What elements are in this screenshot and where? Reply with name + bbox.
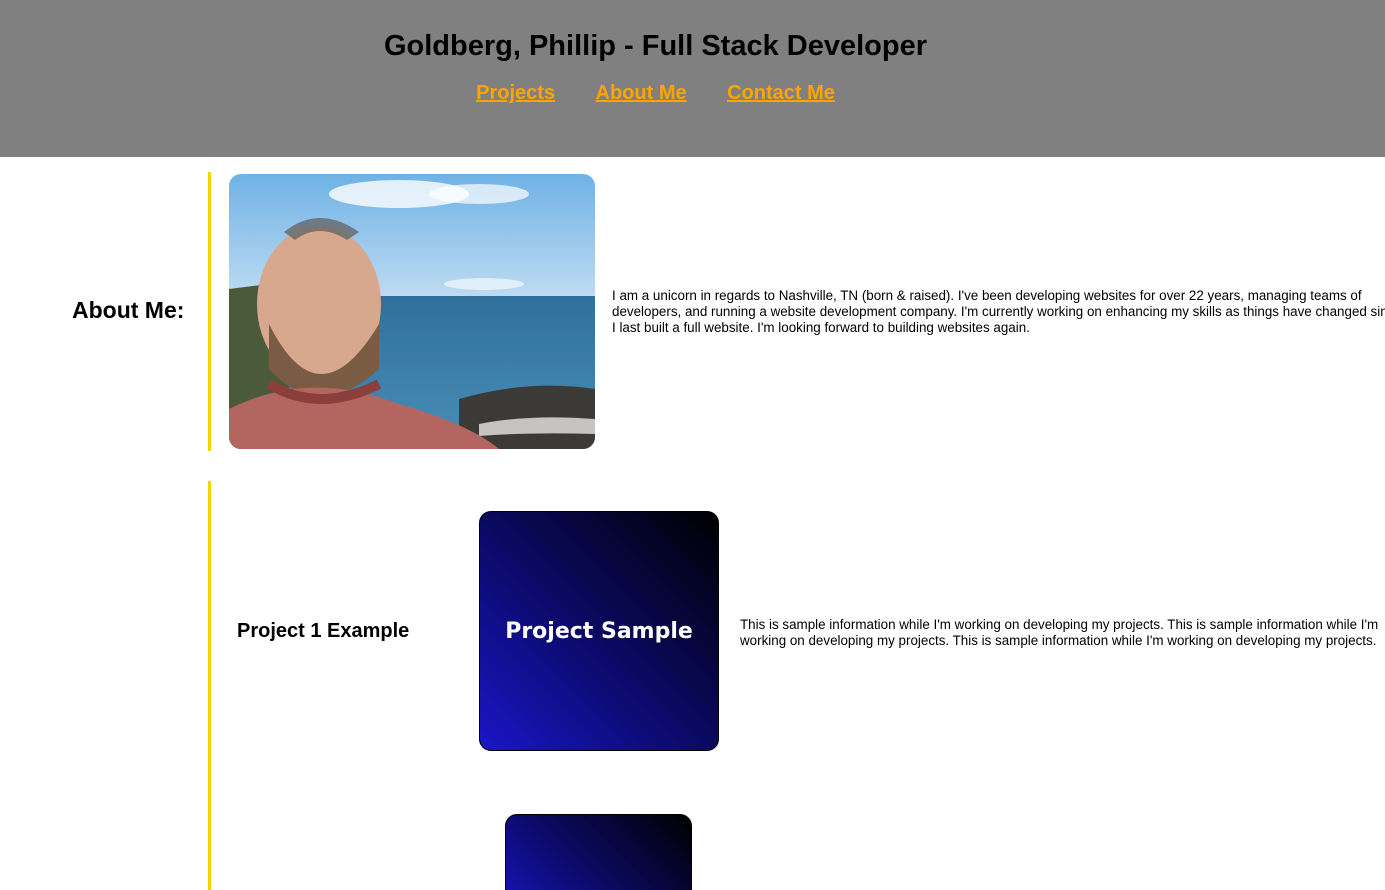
project-thumbnail-label: Project Sample xyxy=(505,618,693,644)
section-divider-projects xyxy=(208,481,211,890)
project-thumbnail-2[interactable] xyxy=(505,814,692,890)
nav-link-about-me[interactable]: About Me xyxy=(596,82,687,104)
profile-photo xyxy=(229,174,595,449)
project-title: Project 1 Example xyxy=(237,620,410,642)
main-nav: Projects About Me Contact Me xyxy=(0,82,1311,105)
section-divider-about xyxy=(208,172,211,451)
page: Goldberg, Phillip - Full Stack Developer… xyxy=(0,0,1385,890)
nav-link-projects[interactable]: Projects xyxy=(476,82,555,104)
project-description: This is sample information while I'm wor… xyxy=(740,617,1379,648)
project-thumbnail[interactable]: Project Sample xyxy=(479,511,719,751)
about-me-text: I am a unicorn in regards to Nashville, … xyxy=(612,288,1385,335)
nav-link-contact-me[interactable]: Contact Me xyxy=(727,82,835,104)
site-title: Goldberg, Phillip - Full Stack Developer xyxy=(383,30,928,62)
site-header: Goldberg, Phillip - Full Stack Developer… xyxy=(0,0,1385,157)
about-me-heading: About Me: xyxy=(72,297,185,323)
